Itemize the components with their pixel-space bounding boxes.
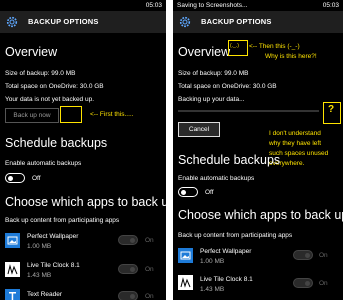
question-mark: ? — [328, 104, 335, 115]
app-name: Text Reader — [27, 291, 63, 298]
app-size: 1.43 MB — [27, 272, 52, 279]
clock-icon — [178, 275, 193, 290]
toggle-state-label: Off — [205, 189, 214, 196]
cancel-button[interactable]: Cancel — [178, 122, 220, 137]
app-toggle[interactable] — [118, 291, 138, 300]
app-size: 1.43 MB — [200, 286, 225, 293]
auto-backup-toggle[interactable] — [178, 187, 198, 197]
overview-heading: Overview — [5, 45, 58, 59]
app-toggle-state: On — [145, 293, 154, 300]
backup-progress-label: Backing up your data... — [178, 96, 245, 103]
annotation-box — [60, 106, 82, 123]
annotation-box-text: (._.) — [230, 43, 239, 49]
app-toggle[interactable] — [293, 278, 313, 288]
app-size: 1.00 MB — [200, 258, 225, 265]
app-toggle[interactable] — [118, 235, 138, 245]
auto-backup-toggle[interactable] — [5, 173, 25, 183]
left-phone-screen: 05:03 BACKUP OPTIONS Overview Size of ba… — [0, 0, 166, 300]
title-bar: BACKUP OPTIONS — [173, 11, 343, 33]
annotation-side-1: I don't understand — [269, 130, 321, 137]
app-toggle[interactable] — [293, 250, 313, 260]
app-toggle-state: On — [319, 280, 328, 287]
clock-icon — [5, 262, 20, 277]
overview-heading: Overview — [178, 45, 231, 59]
status-time: 05:03 — [145, 2, 162, 9]
title-bar: BACKUP OPTIONS — [0, 11, 166, 33]
enable-auto-label: Enable automatic backups — [5, 160, 82, 167]
choose-apps-heading: Choose which apps to back up — [178, 208, 343, 222]
schedule-heading: Schedule backups — [5, 136, 108, 150]
app-name: Perfect Wallpaper — [200, 248, 252, 255]
total-space: Total space on OneDrive: 30.0 GB — [5, 83, 104, 90]
app-name: Live Tile Clock 8.1 — [200, 276, 253, 283]
status-bar: 05:03 — [0, 0, 166, 11]
gear-icon[interactable] — [5, 15, 19, 29]
size-of-backup: Size of backup: 99.0 MB — [5, 70, 76, 77]
app-toggle[interactable] — [118, 264, 138, 274]
size-of-backup: Size of backup: 99.0 MB — [178, 70, 249, 77]
enable-auto-label: Enable automatic backups — [178, 175, 255, 182]
text-icon — [5, 289, 20, 300]
gear-icon[interactable] — [178, 15, 192, 29]
backup-status: Your data is not yet backed up. — [5, 96, 95, 103]
picture-icon — [178, 248, 193, 263]
page-title: BACKUP OPTIONS — [28, 17, 99, 26]
picture-icon — [5, 233, 20, 248]
app-toggle-state: On — [145, 237, 154, 244]
annotation-text: <-- Then this (-_-) — [249, 43, 300, 50]
app-toggle-state: On — [319, 252, 328, 259]
total-space: Total space on OneDrive: 30.0 GB — [178, 83, 277, 90]
right-phone-screen: Saving to Screenshots... 05:03 BACKUP OP… — [173, 0, 343, 300]
annotation-side-2: why they have left — [269, 140, 322, 147]
app-toggle-state: On — [145, 266, 154, 273]
app-name: Perfect Wallpaper — [27, 233, 79, 240]
annotation-text: Why is this here?! — [265, 53, 317, 60]
choose-apps-heading: Choose which apps to back up — [5, 195, 166, 209]
toggle-state-label: Off — [32, 175, 41, 182]
status-time: 05:03 — [322, 2, 339, 9]
annotation-text: <-- First this..... — [90, 111, 134, 118]
app-size: 1.00 MB — [27, 243, 52, 250]
status-bar: Saving to Screenshots... 05:03 — [173, 0, 343, 11]
back-up-now-button[interactable]: Back up now — [5, 108, 59, 123]
backup-progress-bar — [178, 110, 319, 112]
participating-label: Back up content from participating apps — [5, 217, 120, 224]
participating-label: Back up content from participating apps — [178, 232, 293, 239]
app-name: Live Tile Clock 8.1 — [27, 262, 80, 269]
schedule-heading: Schedule backups — [178, 153, 281, 167]
status-left-text: Saving to Screenshots... — [177, 2, 248, 9]
page-title: BACKUP OPTIONS — [201, 17, 272, 26]
